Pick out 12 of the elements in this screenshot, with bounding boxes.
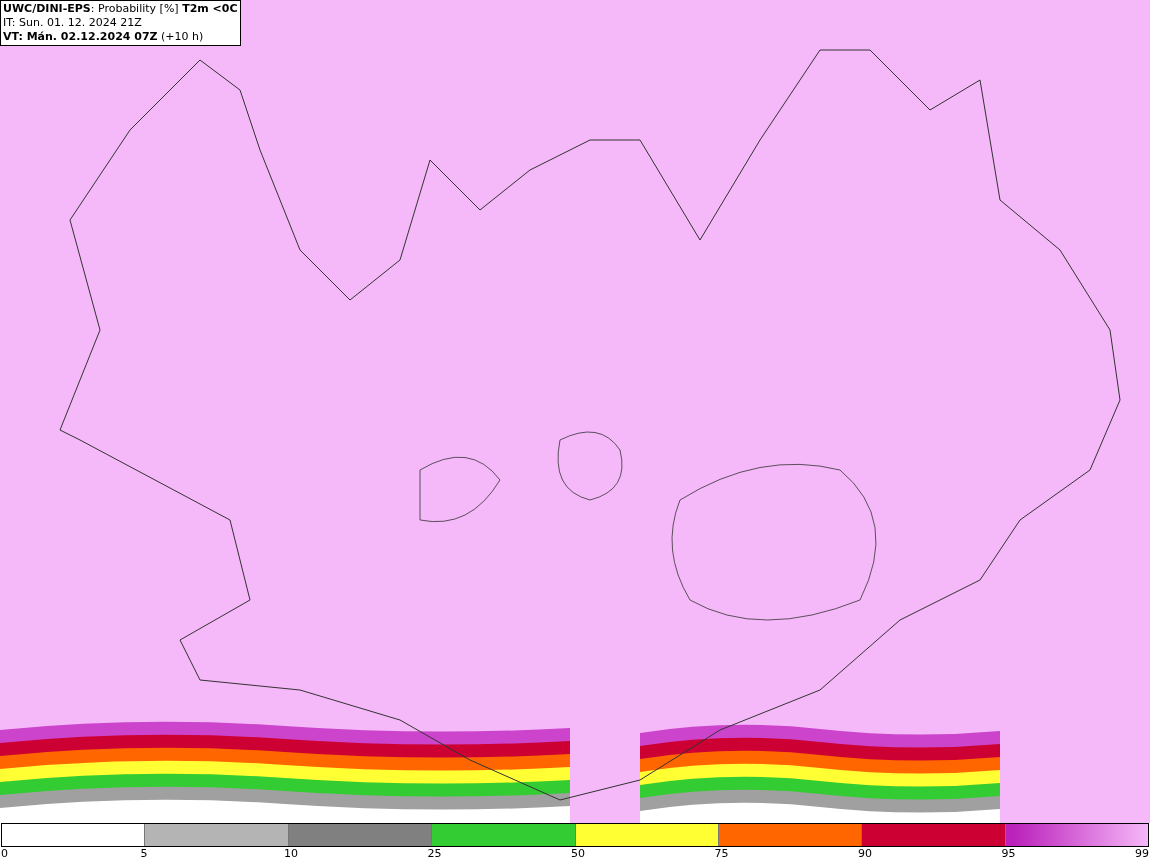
title-line: IT: Sun. 01. 12. 2024 21Z xyxy=(3,16,143,30)
scale-label: 90 xyxy=(858,847,872,860)
scale-label: 10 xyxy=(284,847,298,860)
title-line: VT: Mán. 02.12.2024 07Z (+10 h) xyxy=(3,30,205,44)
scale-label: 25 xyxy=(427,847,442,860)
scale-label: 95 xyxy=(1001,847,1016,860)
scale-label: 75 xyxy=(714,847,729,860)
title-line: UWC/DINI-EPS: Probability [%] T2m <0C xyxy=(3,2,238,16)
scale-label: 5 xyxy=(140,847,148,860)
scale-label: 99 xyxy=(1135,847,1149,860)
scale-label: 50 xyxy=(571,847,585,860)
scale-label: 0 xyxy=(1,847,8,860)
